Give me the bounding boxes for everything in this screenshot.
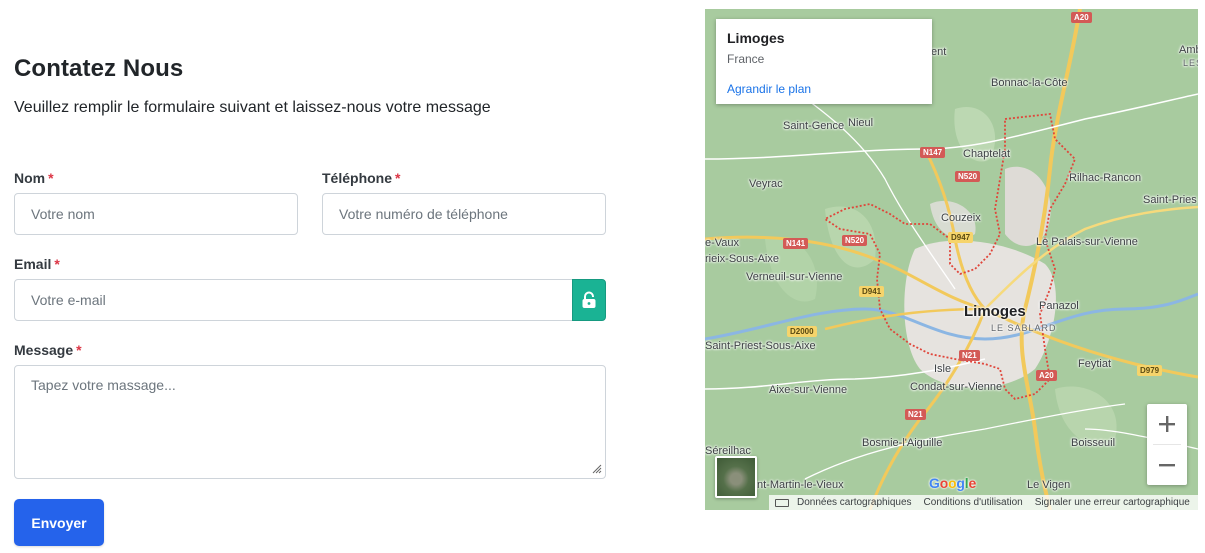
map-info-card: Limoges France Agrandir le plan: [716, 19, 932, 104]
email-lock-button[interactable]: [572, 279, 606, 321]
map-data-link[interactable]: Données cartographiques: [791, 497, 918, 508]
road-shield: D2000: [787, 326, 817, 337]
map-label: Isle: [934, 363, 952, 375]
zoom-in-button[interactable]: [1147, 404, 1187, 444]
minus-icon: [1159, 464, 1175, 467]
map-label: Amb: [1179, 44, 1198, 56]
map-footer: Données cartographiques Conditions d'uti…: [769, 495, 1198, 510]
zoom-out-button[interactable]: [1147, 445, 1187, 485]
map-label: LE SABLARD: [991, 323, 1057, 333]
email-input[interactable]: [14, 279, 573, 321]
required-mark: *: [395, 170, 401, 186]
message-textarea[interactable]: [14, 365, 606, 479]
report-error-link[interactable]: Signaler une erreur cartographique: [1029, 497, 1196, 508]
map-info-subtitle: France: [727, 52, 765, 66]
enlarge-map-link[interactable]: Agrandir le plan: [727, 82, 921, 96]
map-label-city: Limoges: [964, 303, 1026, 320]
map-label: Verneuil-sur-Vienne: [746, 271, 843, 283]
map-label: Couzeix: [941, 212, 981, 224]
message-label: Message *: [14, 342, 82, 358]
google-logo: Google: [929, 475, 976, 491]
page-subtitle: Veuillez remplir le formulaire suivant e…: [14, 99, 491, 116]
map-label: Saint-Priest-Sous-Aixe: [705, 340, 816, 352]
required-mark: *: [54, 256, 60, 272]
map-embed[interactable]: ent Amb LES Bonnac-la-Côte Saint-Gence N…: [705, 9, 1198, 510]
map-label: Bosmie-l'Aiguille: [862, 437, 943, 449]
lock-icon: [582, 291, 596, 308]
map-label: Veyrac: [749, 178, 783, 190]
road-shield: N21: [959, 350, 980, 361]
required-mark: *: [76, 342, 82, 358]
map-label: Aixe-sur-Vienne: [769, 384, 848, 396]
road-shield: D979: [1137, 365, 1163, 376]
road-shield: N21: [905, 409, 926, 420]
map-label: Boisseuil: [1071, 437, 1116, 449]
road-shield: N147: [920, 147, 946, 158]
map-label: LES: [1183, 58, 1198, 68]
plus-icon: [1159, 416, 1175, 432]
map-label: ent: [931, 46, 947, 58]
google-logo-text: Google: [929, 475, 977, 491]
map-label: rieix-Sous-Aixe: [705, 253, 779, 265]
page-title: Contatez Nous: [14, 55, 184, 82]
road-shield: N141: [783, 238, 809, 249]
map-label: Nieul: [848, 117, 874, 129]
road-shield: D947: [948, 232, 974, 243]
map-label: Saint-Gence: [783, 120, 845, 132]
name-input[interactable]: [14, 193, 298, 235]
email-label: Email *: [14, 256, 60, 272]
map-label: Rilhac-Rancon: [1069, 172, 1142, 184]
road-shield: D941: [859, 286, 885, 297]
road-shield: N520: [955, 171, 981, 182]
map-label: Feytiat: [1078, 358, 1112, 370]
contact-form: Contatez Nous Veuillez remplir le formul…: [14, 0, 606, 553]
required-mark: *: [48, 170, 54, 186]
map-label: Bonnac-la-Côte: [991, 77, 1068, 89]
map-label: Condat-sur-Vienne: [910, 381, 1003, 393]
map-label: e-Vaux: [705, 237, 740, 249]
resize-grip-icon[interactable]: [590, 462, 602, 474]
keyboard-icon[interactable]: [775, 498, 789, 507]
road-shield: N520: [842, 235, 868, 246]
map-info-title: Limoges: [727, 30, 785, 46]
map-label: Saint-Pries: [1143, 194, 1197, 206]
road-shield: A20: [1036, 370, 1057, 381]
satellite-toggle-button[interactable]: [715, 456, 757, 498]
submit-button[interactable]: Envoyer: [14, 499, 104, 546]
map-label: Panazol: [1039, 300, 1079, 312]
terms-link[interactable]: Conditions d'utilisation: [918, 497, 1029, 508]
zoom-control: [1147, 404, 1187, 485]
name-label: Nom *: [14, 170, 54, 186]
road-shield: A20: [1071, 12, 1092, 23]
map-label: Le Vigen: [1027, 479, 1071, 491]
phone-label: Téléphone *: [322, 170, 401, 186]
map-label: Le Palais-sur-Vienne: [1036, 236, 1138, 248]
map-label: nt-Martin-le-Vieux: [757, 479, 844, 491]
phone-input[interactable]: [322, 193, 606, 235]
map-label: Chaptelat: [963, 148, 1011, 160]
